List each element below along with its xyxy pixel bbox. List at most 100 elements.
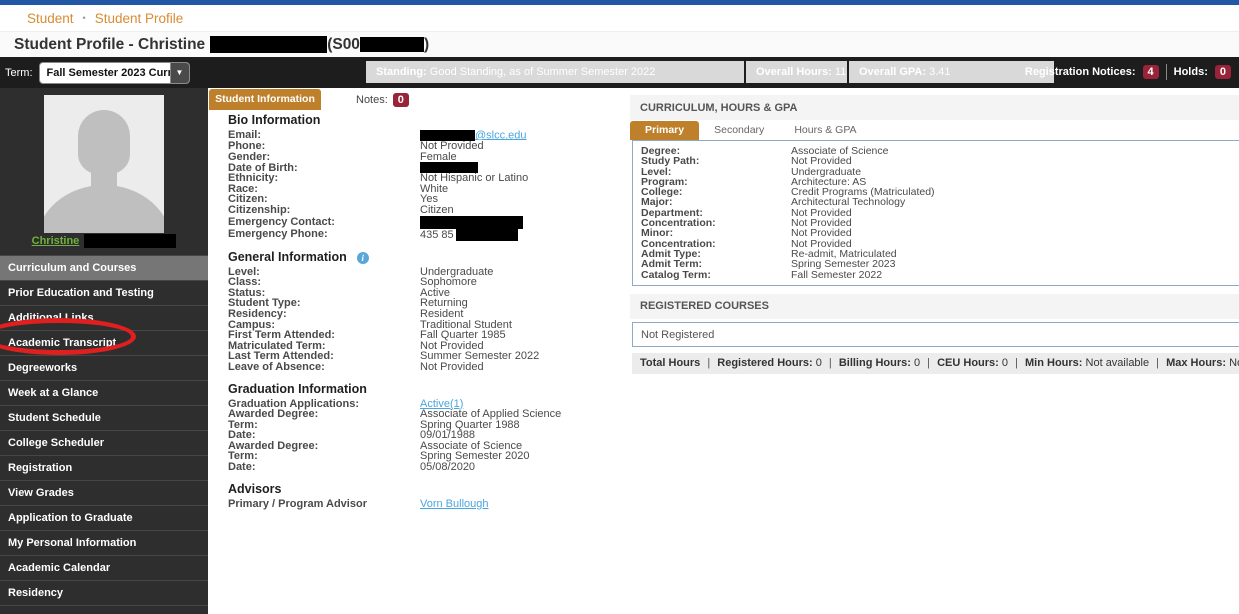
avatar-silhouette-torso (44, 185, 164, 233)
holds-badge[interactable]: 0 (1215, 65, 1231, 79)
bio-row-phone: Phone:Not Provided (228, 141, 630, 152)
billing-hours-label: Billing Hours: (839, 357, 911, 369)
overall-hours-box: Overall Hours: 113.69 (746, 61, 847, 83)
notices-divider (1166, 64, 1167, 80)
registration-notices-badge[interactable]: 4 (1143, 65, 1159, 79)
not-registered-message: Not Registered (641, 329, 714, 341)
sidebar-item-residency[interactable]: Residency (0, 581, 208, 606)
advisor-link[interactable]: Vorn Bullough (420, 499, 489, 510)
separator: | (923, 357, 934, 369)
term-select[interactable]: Fall Semester 2023 Current ... ▼ (39, 62, 190, 84)
sidebar-item-academic-calendar[interactable]: Academic Calendar (0, 556, 208, 581)
sidebar-item-view-grades[interactable]: View Grades (0, 481, 208, 506)
term-select-value: Fall Semester 2023 Current ... (40, 63, 170, 83)
bio-information-section: Bio Information Email:@slcc.edu Phone:No… (228, 113, 630, 241)
graduation-row-date-2: Date:05/08/2020 (228, 462, 630, 473)
max-hours-value: Not available (1229, 357, 1239, 369)
curriculum-row-degree: Degree:Associate of Science (641, 146, 1239, 156)
registered-hours-label: Registered Hours: (717, 357, 812, 369)
standing-label: Standing: (376, 66, 427, 78)
curriculum-row-admit-type: Admit Type:Re-admit, Matriculated (641, 249, 1239, 259)
bio-row-citizenship: Citizenship:Citizen (228, 205, 630, 216)
tab-secondary[interactable]: Secondary (699, 121, 779, 140)
tab-primary[interactable]: Primary (630, 121, 699, 140)
student-photo-placeholder (44, 95, 164, 233)
sidebar-item-curriculum-and-courses[interactable]: Curriculum and Courses (0, 256, 208, 281)
separator: | (1011, 357, 1022, 369)
term-bar: Term: Fall Semester 2023 Current ... ▼ S… (0, 57, 1239, 88)
holds-label: Holds: (1174, 66, 1208, 78)
ceu-hours-value: 0 (1002, 357, 1008, 369)
min-hours-label: Min Hours: (1025, 357, 1082, 369)
sidebar-item-degreeworks[interactable]: Degreeworks (0, 356, 208, 381)
general-information-section: General Informationi Level:Undergraduate… (228, 250, 630, 373)
curriculum-row-minor: Minor:Not Provided (641, 228, 1239, 238)
right-panels: CURRICULUM, HOURS & GPA Primary Secondar… (630, 88, 1239, 614)
registered-courses-header[interactable]: REGISTERED COURSES (630, 294, 1239, 319)
advisors-heading: Advisors (228, 482, 630, 496)
redacted-sidebar-last-name (84, 234, 176, 248)
sidebar-item-student-schedule[interactable]: Student Schedule (0, 406, 208, 431)
standing-value: Good Standing, as of Summer Semester 202… (430, 66, 656, 78)
curriculum-row-catalog-term: Catalog Term:Fall Semester 2022 (641, 270, 1239, 280)
sidebar-item-week-at-a-glance[interactable]: Week at a Glance (0, 381, 208, 406)
breadcrumb: Student • Student Profile (0, 5, 1239, 31)
sidebar-item-additional-links[interactable]: Additional Links (0, 306, 208, 331)
curriculum-row-concentration-1: Concentration:Not Provided (641, 218, 1239, 228)
tab-student-information[interactable]: Student Information (209, 89, 321, 110)
sidebar-item-my-personal-information[interactable]: My Personal Information (0, 531, 208, 556)
curriculum-row-study-path: Study Path:Not Provided (641, 156, 1239, 166)
sidebar-item-academic-transcript[interactable]: Academic Transcript (0, 331, 208, 356)
page-title-text: Student Profile - Christine (14, 36, 205, 54)
breadcrumb-student-profile[interactable]: Student Profile (95, 11, 184, 26)
tab-hours-gpa[interactable]: Hours & GPA (779, 121, 871, 140)
sidebar-item-application-to-graduate[interactable]: Application to Graduate (0, 506, 208, 531)
sidebar-menu: Curriculum and Courses Prior Education a… (0, 255, 208, 606)
bio-information-heading: Bio Information (228, 113, 630, 127)
min-hours-value: Not available (1086, 357, 1150, 369)
curriculum-panel-header[interactable]: CURRICULUM, HOURS & GPA (630, 95, 1239, 120)
ceu-hours-label: CEU Hours: (937, 357, 999, 369)
sidebar-student-name: Christine (0, 234, 208, 248)
overall-hours-label: Overall Hours: (756, 66, 832, 78)
student-information-panel: Student Information Notes: 0 Bio Informa… (208, 88, 630, 614)
general-information-heading: General Informationi (228, 250, 630, 264)
separator: | (703, 357, 714, 369)
redacted-emergency-contact (420, 216, 523, 229)
sidebar-item-prior-education-and-testing[interactable]: Prior Education and Testing (0, 281, 208, 306)
redacted-student-id (360, 37, 424, 52)
curriculum-row-level: Level:Undergraduate (641, 167, 1239, 177)
info-icon[interactable]: i (357, 252, 369, 264)
registered-courses-empty-box: Not Registered (632, 322, 1239, 347)
overall-gpa-box: Overall GPA: 3.41 (849, 61, 1054, 83)
term-label: Term: (5, 67, 33, 79)
graduation-information-section: Graduation Information Graduation Applic… (228, 382, 630, 473)
overall-hours-value: 113.69 (835, 66, 847, 78)
tab-notes[interactable]: Notes: 0 (356, 89, 409, 110)
general-row-residency: Residency:Resident (228, 309, 630, 320)
chevron-down-icon[interactable]: ▼ (170, 63, 189, 83)
sidebar: Christine Curriculum and Courses Prior E… (0, 88, 208, 614)
student-info-tab-bar: Student Information Notes: 0 (208, 88, 630, 110)
bio-row-emergency-phone: Emergency Phone:435 85 (228, 229, 630, 241)
curriculum-panel-title: CURRICULUM, HOURS & GPA (640, 102, 797, 114)
notes-label: Notes: (356, 94, 388, 106)
registered-hours-value: 0 (816, 357, 822, 369)
curriculum-tab-bar: Primary Secondary Hours & GPA (630, 120, 1239, 140)
total-hours-label: Total Hours (640, 357, 700, 369)
advisors-section: Advisors Primary / Program AdvisorVorn B… (228, 482, 630, 510)
breadcrumb-separator-icon: • (83, 13, 86, 23)
advisor-row: Primary / Program AdvisorVorn Bullough (228, 499, 630, 510)
breadcrumb-student[interactable]: Student (27, 11, 74, 26)
billing-hours-value: 0 (914, 357, 920, 369)
bio-row-emergency-contact: Emergency Contact: (228, 216, 630, 229)
student-name-link[interactable]: Christine (32, 235, 80, 247)
separator: | (825, 357, 836, 369)
graduation-information-heading: Graduation Information (228, 382, 630, 396)
standing-strip: Standing: Good Standing, as of Summer Se… (366, 61, 1054, 83)
page-title-id-close: ) (424, 36, 429, 54)
overall-gpa-value: 3.41 (929, 66, 950, 78)
curriculum-row-concentration-2: Concentration:Not Provided (641, 239, 1239, 249)
sidebar-item-registration[interactable]: Registration (0, 456, 208, 481)
sidebar-item-college-scheduler[interactable]: College Scheduler (0, 431, 208, 456)
